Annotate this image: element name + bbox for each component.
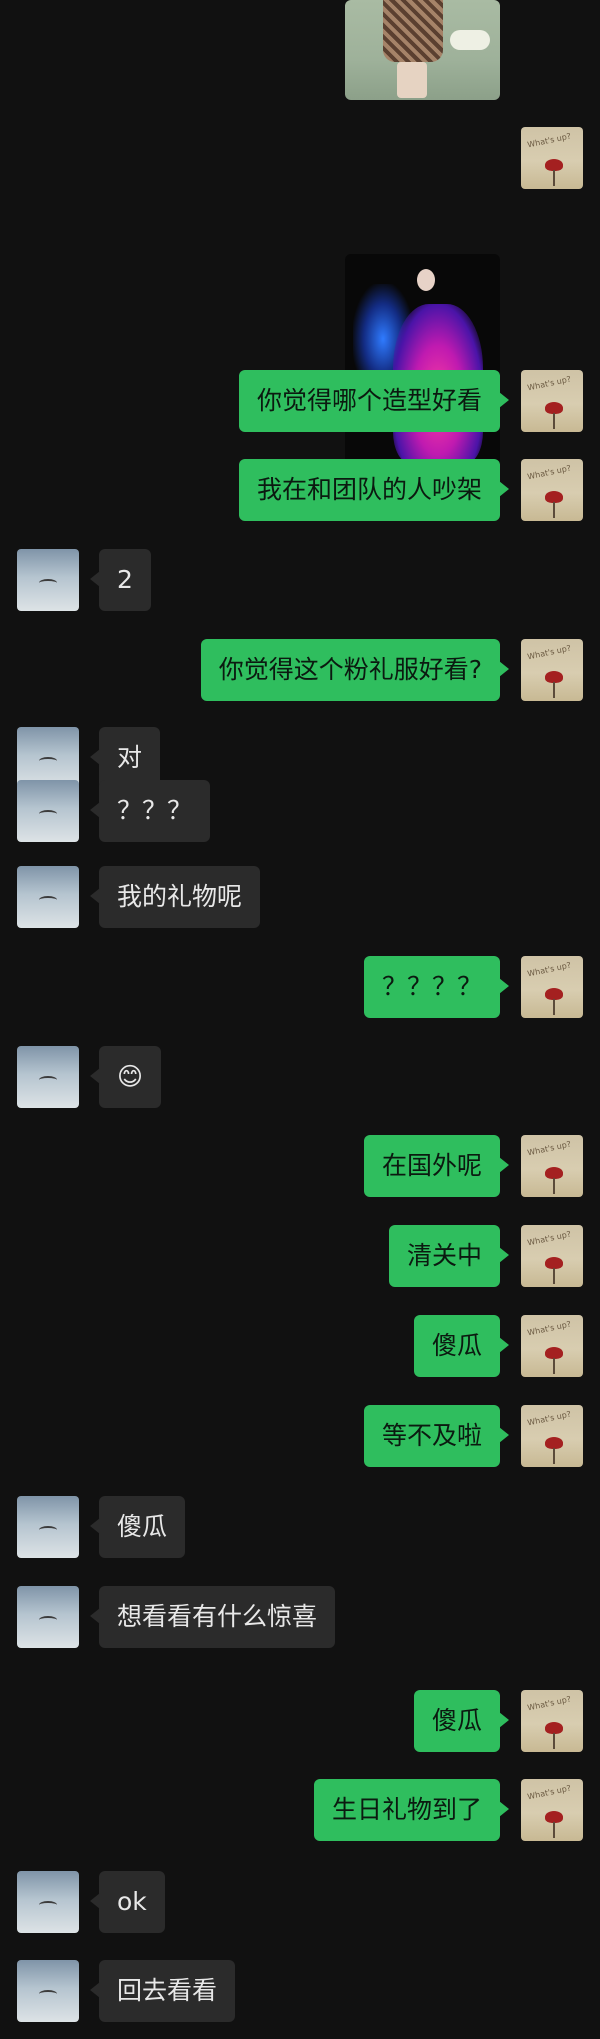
- chat-screen: { "self_avatar_text": "What's up?", "mes…: [0, 0, 600, 2039]
- message-bubble-outgoing[interactable]: 你觉得这个粉礼服好看?: [200, 639, 510, 701]
- message-bubble-incoming[interactable]: 傻瓜: [89, 1496, 186, 1558]
- stem-icon: [553, 1448, 555, 1464]
- message-bubble-incoming[interactable]: 😊: [89, 1046, 162, 1108]
- photo-message[interactable]: [345, 254, 500, 470]
- message-row: 生日礼物到了 What's up?: [0, 1779, 600, 1841]
- contact-avatar[interactable]: [17, 1496, 79, 1558]
- bird-icon: [39, 579, 57, 587]
- self-avatar[interactable]: What's up?: [521, 370, 583, 432]
- stem-icon: [553, 999, 555, 1015]
- message-row: 你觉得哪个造型好看 What's up?: [0, 370, 600, 432]
- photo-subject: [383, 0, 443, 62]
- message-row: 😊: [0, 1046, 600, 1108]
- avatar-text: What's up?: [526, 1139, 572, 1158]
- stem-icon: [553, 1358, 555, 1374]
- self-avatar[interactable]: What's up?: [521, 1405, 583, 1467]
- message-bubble-outgoing[interactable]: 生日礼物到了: [313, 1779, 510, 1841]
- stem-icon: [553, 502, 555, 518]
- avatar-text: What's up?: [526, 1409, 572, 1428]
- stem-icon: [553, 1822, 555, 1838]
- stem-icon: [553, 1178, 555, 1194]
- self-avatar[interactable]: What's up?: [521, 1690, 583, 1752]
- message-bubble-outgoing[interactable]: 清关中: [388, 1225, 510, 1287]
- self-avatar[interactable]: What's up?: [521, 1315, 583, 1377]
- message-row: 在国外呢 What's up?: [0, 1135, 600, 1197]
- contact-avatar[interactable]: [17, 1871, 79, 1933]
- self-avatar[interactable]: What's up?: [521, 459, 583, 521]
- bird-icon: [39, 757, 57, 765]
- bird-icon: [39, 810, 57, 818]
- message-bubble-incoming[interactable]: 回去看看: [89, 1960, 236, 2022]
- message-row: 你觉得这个粉礼服好看? What's up?: [0, 639, 600, 701]
- bird-icon: [39, 896, 57, 904]
- contact-avatar[interactable]: [17, 549, 79, 611]
- message-bubble-incoming[interactable]: 2: [90, 549, 151, 611]
- message-row: 傻瓜 What's up?: [0, 1315, 600, 1377]
- stem-icon: [553, 682, 555, 698]
- contact-avatar[interactable]: [17, 780, 79, 842]
- message-bubble-outgoing[interactable]: 我在和团队的人吵架: [238, 459, 510, 521]
- bird-icon: [39, 1076, 57, 1084]
- avatar-text: What's up?: [526, 1783, 572, 1802]
- message-bubble-outgoing[interactable]: 傻瓜: [413, 1315, 510, 1377]
- contact-avatar[interactable]: [17, 1586, 79, 1648]
- bird-icon: [39, 1616, 57, 1624]
- self-avatar[interactable]: What's up?: [521, 1779, 583, 1841]
- avatar-text: What's up?: [526, 374, 572, 393]
- stem-icon: [553, 1268, 555, 1284]
- message-row: 傻瓜: [0, 1496, 600, 1558]
- photo-flowers: [450, 30, 490, 50]
- message-row-photo-1: [0, 0, 600, 100]
- message-row: ？？？？ What's up?: [0, 956, 600, 1018]
- contact-avatar[interactable]: [17, 1960, 79, 2022]
- message-row: ？？？: [0, 780, 600, 842]
- message-row: 等不及啦 What's up?: [0, 1405, 600, 1467]
- avatar-text: What's up?: [526, 1319, 572, 1338]
- contact-avatar[interactable]: [17, 1046, 79, 1108]
- message-row: 傻瓜 What's up?: [0, 1690, 600, 1752]
- stem-icon: [553, 1733, 555, 1749]
- self-avatar[interactable]: What's up?: [521, 639, 583, 701]
- message-bubble-incoming[interactable]: ok: [90, 1871, 165, 1933]
- message-bubble-outgoing[interactable]: 在国外呢: [363, 1135, 510, 1197]
- photo-subject-head: [417, 269, 435, 291]
- bird-icon: [39, 1526, 57, 1534]
- avatar-text: What's up?: [526, 131, 572, 150]
- self-avatar[interactable]: What's up?: [521, 1225, 583, 1287]
- message-bubble-outgoing[interactable]: ？？？？: [363, 956, 510, 1018]
- bird-icon: [39, 1990, 57, 1998]
- self-avatar[interactable]: What's up?: [521, 1135, 583, 1197]
- message-row: 回去看看: [0, 1960, 600, 2022]
- message-row: 想看看有什么惊喜: [0, 1586, 600, 1648]
- self-avatar[interactable]: What's up?: [521, 127, 583, 189]
- message-bubble-outgoing[interactable]: 你觉得哪个造型好看: [238, 370, 510, 432]
- message-row: 清关中 What's up?: [0, 1225, 600, 1287]
- message-bubble-outgoing[interactable]: 傻瓜: [413, 1690, 510, 1752]
- message-bubble-incoming[interactable]: ？？？: [89, 780, 211, 842]
- message-row: 我的礼物呢: [0, 866, 600, 928]
- stem-icon: [553, 170, 555, 186]
- message-bubble-outgoing[interactable]: 等不及啦: [363, 1405, 510, 1467]
- stem-icon: [553, 413, 555, 429]
- contact-avatar[interactable]: [17, 866, 79, 928]
- message-bubble-incoming[interactable]: 我的礼物呢: [89, 866, 261, 928]
- message-row: ok: [0, 1871, 600, 1933]
- photo-subject-legs: [397, 62, 427, 98]
- avatar-text: What's up?: [526, 463, 572, 482]
- photo-message[interactable]: [345, 0, 500, 100]
- message-row: 我在和团队的人吵架 What's up?: [0, 459, 600, 521]
- message-row: 2: [0, 549, 600, 611]
- bird-icon: [39, 1901, 57, 1909]
- avatar-text: What's up?: [526, 1229, 572, 1248]
- self-avatar[interactable]: What's up?: [521, 956, 583, 1018]
- message-bubble-incoming[interactable]: 想看看有什么惊喜: [89, 1586, 336, 1648]
- message-row-photo-2: What's up?: [0, 127, 600, 470]
- avatar-text: What's up?: [526, 1694, 572, 1713]
- avatar-text: What's up?: [526, 643, 572, 662]
- avatar-text: What's up?: [526, 960, 572, 979]
